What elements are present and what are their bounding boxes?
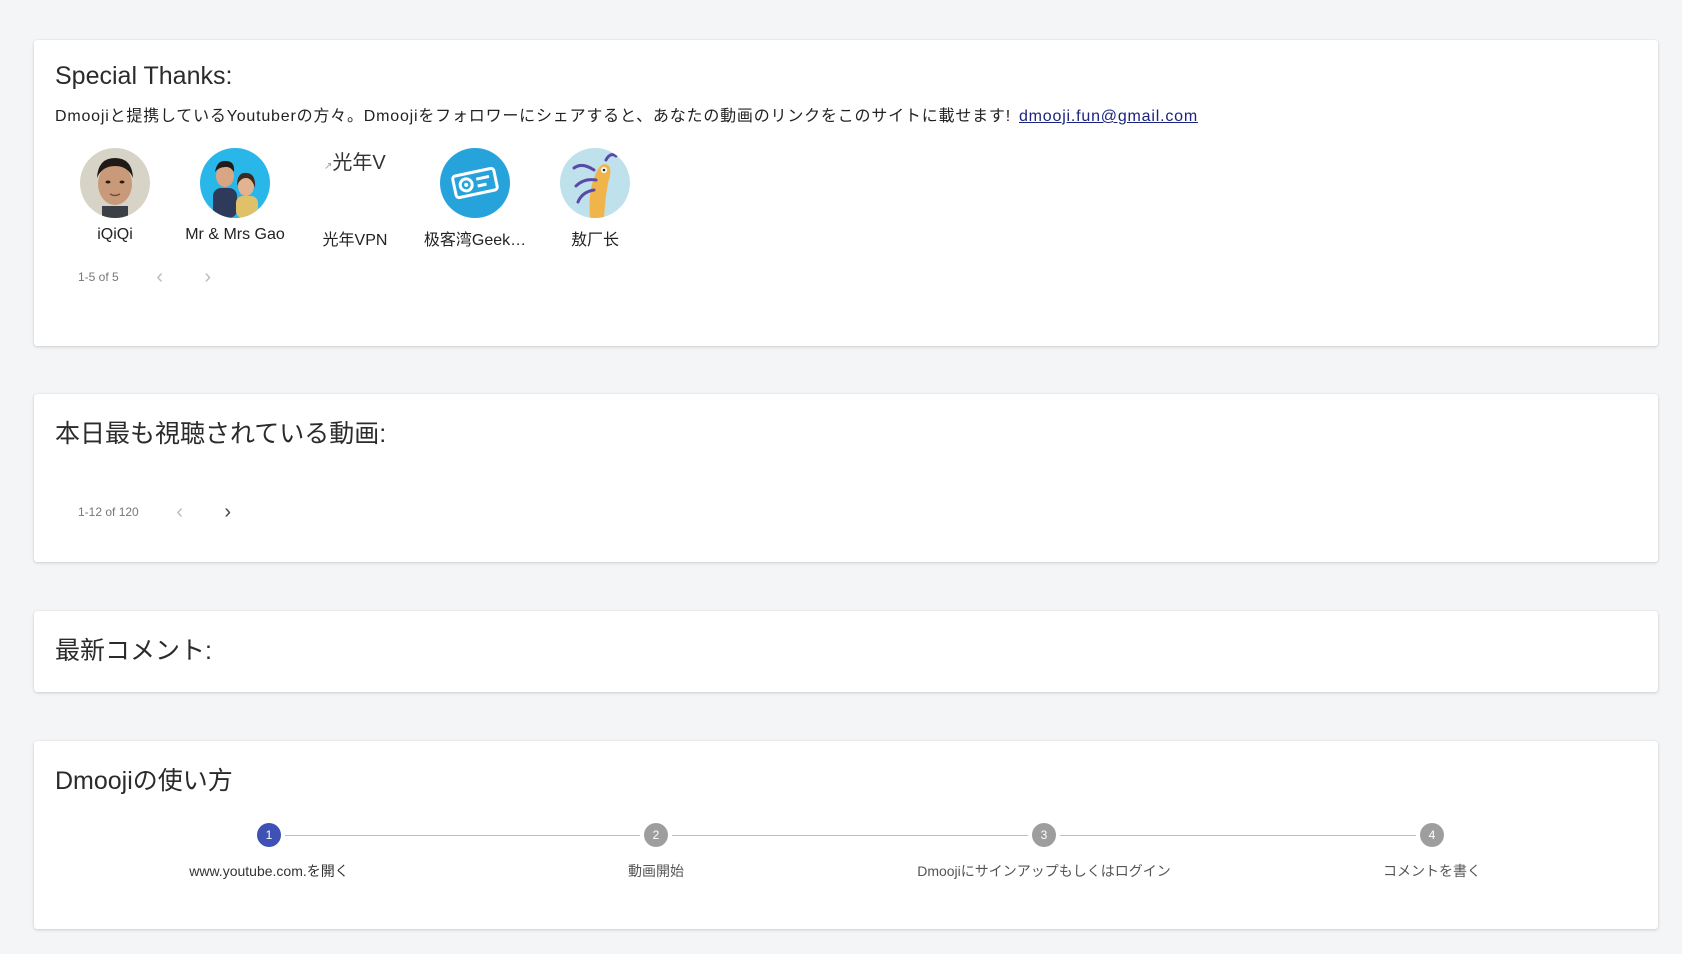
creator-name: iQiQi	[97, 226, 133, 243]
step-4[interactable]: 4 コメントを書く	[1252, 823, 1612, 881]
special-thanks-description: Dmoojiと提携しているYoutuberの方々。Dmoojiをフォロワーにシェ…	[55, 102, 1198, 126]
pagination-range: 1-5 of 5	[78, 270, 119, 284]
pagination-range: 1-12 of 120	[78, 505, 139, 519]
description-text: Dmoojiと提携しているYoutuberの方々。Dmoojiをフォロワーにシェ…	[55, 108, 1011, 125]
step-label: 動画開始	[628, 863, 684, 879]
creator-name: 极客湾Geek…	[423, 232, 527, 249]
step-number-circle: 4	[1420, 823, 1444, 847]
avatar-blue-gear-logo	[440, 148, 510, 218]
contact-email-link[interactable]: dmooji.fun@gmail.com	[1019, 108, 1198, 125]
creator-item-mr-mrs-gao[interactable]: Mr & Mrs Gao	[180, 148, 290, 244]
creator-name: 光年VPN	[322, 232, 388, 249]
step-3[interactable]: 3 Dmoojiにサインアップもしくはログイン	[864, 823, 1224, 881]
step-2[interactable]: 2 動画開始	[476, 823, 836, 881]
chevron-right-icon[interactable]: ›	[217, 501, 239, 523]
chevron-left-icon[interactable]: ‹	[149, 266, 171, 288]
step-label: www.youtube.com.を開く	[189, 863, 349, 879]
avatar-cartoon-dragon	[560, 148, 630, 218]
popular-pagination: 1-12 of 120 ‹ ›	[78, 501, 265, 523]
avatar-person-photo	[80, 148, 150, 218]
avatar-couple-photo	[200, 148, 270, 218]
how-to-use-title: Dmoojiの使い方	[55, 767, 233, 795]
creator-name: 敖厂长	[570, 232, 619, 249]
creator-item-ao-changzhang[interactable]: 敖厂长	[540, 148, 650, 250]
popular-videos-card: 本日最も視聴されている動画: 1-12 of 120 ‹ ›	[34, 394, 1658, 562]
broken-image-icon: ↗光年V	[324, 152, 386, 174]
special-thanks-card: Special Thanks: Dmoojiと提携しているYoutuberの方々…	[34, 40, 1658, 346]
chevron-right-icon[interactable]: ›	[197, 266, 219, 288]
step-number-circle: 1	[257, 823, 281, 847]
creator-item-iqiqi[interactable]: iQiQi	[60, 148, 170, 244]
step-number-circle: 3	[1032, 823, 1056, 847]
creator-name: Mr & Mrs Gao	[185, 226, 285, 243]
broken-image-alt-text: 光年V	[332, 152, 386, 174]
step-1[interactable]: 1 www.youtube.com.を開く	[89, 823, 449, 881]
latest-comments-title: 最新コメント:	[55, 637, 212, 665]
creator-item-guangnian-vpn[interactable]: ↗光年V 光年VPN	[300, 148, 410, 250]
popular-videos-title: 本日最も視聴されている動画:	[55, 420, 387, 448]
creators-pagination: 1-5 of 5 ‹ ›	[78, 266, 245, 288]
chevron-left-icon[interactable]: ‹	[169, 501, 191, 523]
step-label: コメントを書く	[1383, 863, 1481, 879]
step-number-circle: 2	[644, 823, 668, 847]
how-to-use-card: Dmoojiの使い方 1 www.youtube.com.を開く 2 動画開始 …	[34, 741, 1658, 929]
latest-comments-card: 最新コメント:	[34, 611, 1658, 692]
step-label: Dmoojiにサインアップもしくはログイン	[917, 863, 1171, 879]
special-thanks-title: Special Thanks:	[55, 62, 233, 90]
creator-item-geekerwan[interactable]: 极客湾Geek…	[420, 148, 530, 250]
